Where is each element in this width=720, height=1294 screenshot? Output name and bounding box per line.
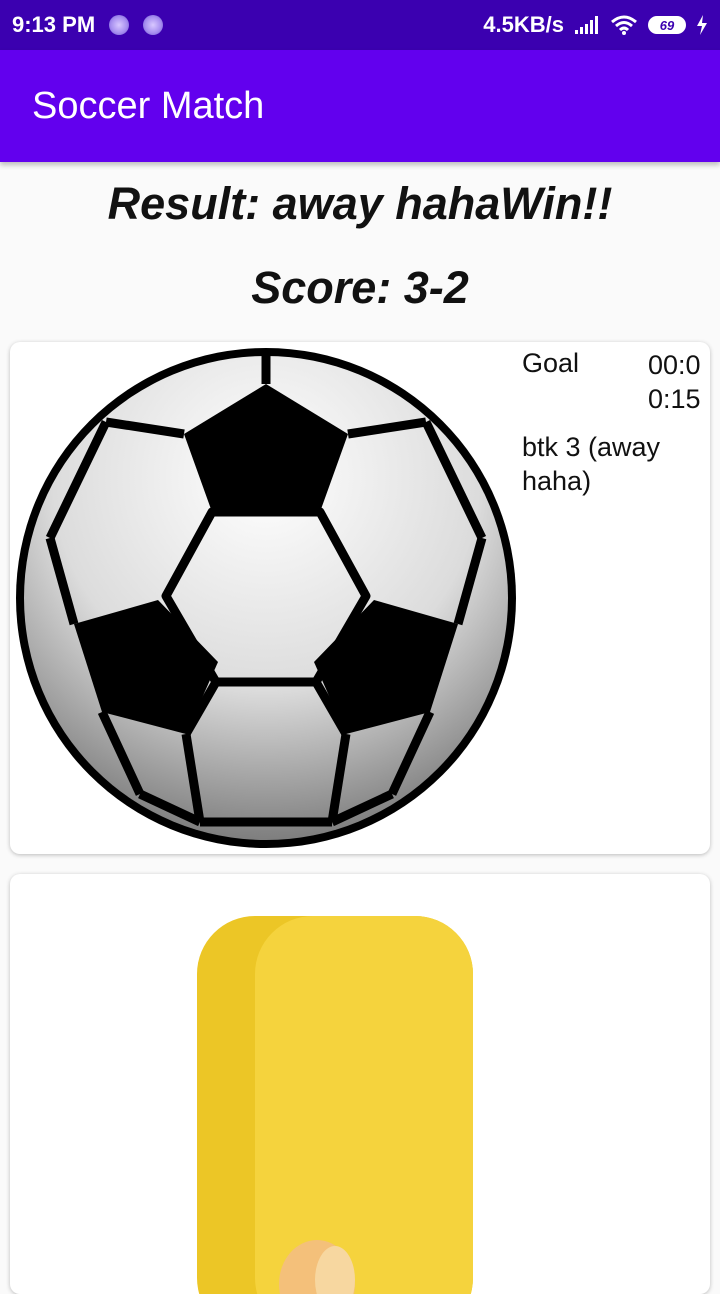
event-type: Goal — [522, 348, 580, 378]
app-bar: Soccer Match — [0, 50, 720, 162]
event-card-yellow-card[interactable] — [10, 874, 710, 1294]
app-title: Soccer Match — [32, 84, 265, 127]
notification-dot-icon — [109, 15, 130, 35]
signal-icon — [575, 16, 598, 34]
status-left: 9:13 PM — [12, 12, 164, 38]
network-speed: 4.5KB/s — [483, 12, 564, 37]
charging-bolt-icon — [697, 15, 707, 35]
status-bar: 9:13 PM 4.5KB/s 69 — [0, 0, 720, 50]
event-card-goal[interactable]: Goal 00:00:15 btk 3 (away haha) — [10, 342, 710, 854]
status-time: 9:13 PM — [12, 12, 96, 37]
yellow-card-icon — [197, 916, 473, 1294]
event-time: 00:00:15 — [648, 350, 701, 414]
notification-dot-icon — [143, 15, 164, 35]
match-score: Score: 3-2 — [251, 262, 469, 313]
match-result: Result: away hahaWin!! — [107, 178, 613, 229]
event-description: btk 3 (away haha) — [522, 432, 661, 496]
status-right: 4.5KB/s 69 — [483, 12, 708, 38]
soccer-ball-icon — [16, 348, 516, 848]
battery-level: 69 — [659, 17, 675, 33]
battery-icon: 69 — [648, 16, 686, 34]
wifi-icon — [611, 15, 637, 35]
